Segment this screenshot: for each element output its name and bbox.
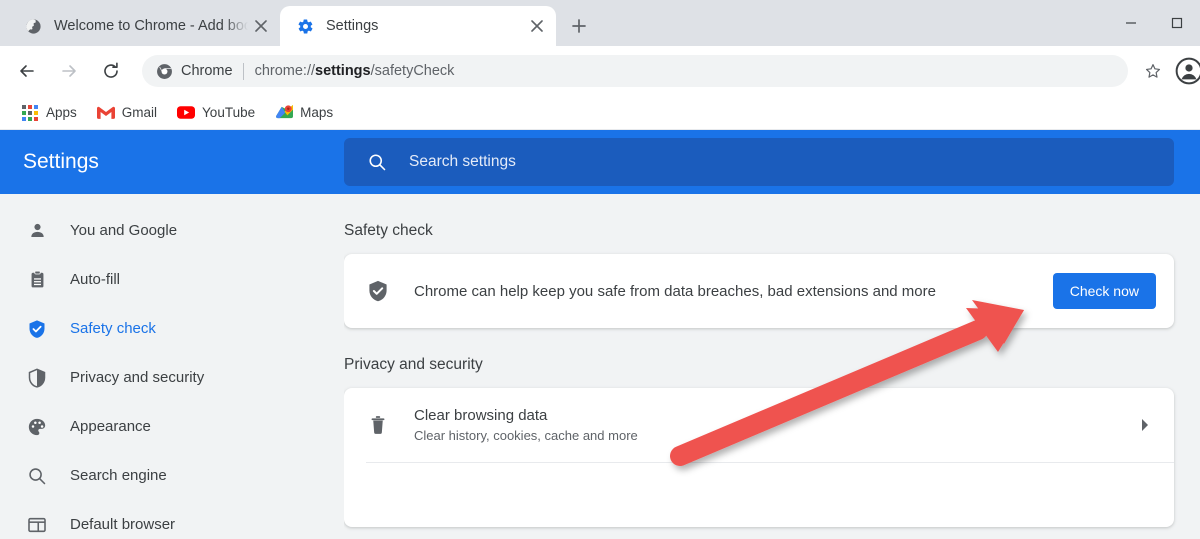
tab-welcome-to-chrome[interactable]: Welcome to Chrome - Add book	[8, 6, 280, 46]
section-title-privacy-and-security: Privacy and security	[344, 356, 483, 373]
settings-header: Settings Search settings	[0, 130, 1200, 194]
sidebar-item-label: Auto-fill	[70, 271, 121, 288]
bookmark-label: YouTube	[202, 105, 256, 120]
sidebar-item-auto-fill[interactable]: Auto-fill	[0, 255, 344, 304]
shield-icon	[26, 367, 48, 389]
settings-content: Safety check Chrome can help keep you sa…	[344, 194, 1200, 539]
browser-window-icon	[26, 514, 48, 536]
row-title: Clear browsing data	[414, 407, 548, 424]
shield-check-icon	[366, 279, 390, 303]
bookmarks-bar: Apps Gmail YouTube Maps	[0, 96, 1200, 130]
settings-body: You and Google Auto-fill Safety check Pr…	[0, 194, 1200, 539]
person-icon	[26, 220, 48, 242]
sidebar-item-privacy-and-security[interactable]: Privacy and security	[0, 353, 344, 402]
tab-close-button[interactable]	[248, 13, 274, 39]
tab-title: Settings	[326, 18, 379, 34]
privacy-card: Clear browsing data Clear history, cooki…	[344, 388, 1174, 527]
sidebar-item-appearance[interactable]: Appearance	[0, 402, 344, 451]
sidebar-item-label: Appearance	[70, 418, 151, 435]
close-icon	[531, 20, 543, 32]
page-title: Settings	[23, 150, 99, 173]
new-tab-button[interactable]	[562, 9, 596, 43]
avatar-icon	[1175, 57, 1200, 85]
trash-icon	[366, 413, 390, 437]
apps-grid-icon	[21, 104, 39, 122]
tab-title: Welcome to Chrome - Add book	[54, 18, 248, 34]
maximize-button[interactable]	[1154, 7, 1200, 39]
reload-icon	[104, 62, 118, 78]
safety-check-row: Chrome can help keep you safe from data …	[344, 254, 1174, 328]
youtube-icon	[177, 104, 196, 122]
sidebar-item-search-engine[interactable]: Search engine	[0, 451, 344, 500]
url-suffix: /safetyCheck	[370, 63, 455, 79]
url-bold-segment: settings	[315, 63, 371, 79]
tab-close-button[interactable]	[524, 13, 550, 39]
maps-icon	[275, 104, 293, 122]
sidebar-item-safety-check[interactable]: Safety check	[0, 304, 344, 353]
back-button[interactable]	[9, 53, 45, 89]
globe-icon	[24, 17, 42, 35]
arrow-right-icon	[62, 65, 76, 77]
tab-settings[interactable]: Settings	[280, 6, 556, 46]
clipboard-icon	[26, 269, 48, 291]
sidebar-item-label: Default browser	[70, 516, 176, 533]
safety-check-description: Chrome can help keep you safe from data …	[414, 282, 936, 300]
section-title-safety-check: Safety check	[344, 222, 433, 239]
close-icon	[255, 20, 267, 32]
sidebar-item-label: Search engine	[70, 467, 167, 484]
sidebar-item-default-browser[interactable]: Default browser	[0, 500, 344, 539]
bookmark-label: Gmail	[121, 105, 158, 120]
safety-check-card: Chrome can help keep you safe from data …	[344, 254, 1174, 328]
shield-check-filled-icon	[26, 318, 48, 340]
sidebar-item-label: Safety check	[70, 320, 156, 337]
bookmark-star-button[interactable]	[1136, 54, 1170, 88]
check-now-button[interactable]: Check now	[1052, 273, 1156, 309]
search-icon	[26, 465, 48, 487]
palette-icon	[26, 416, 48, 438]
sidebar-item-label: Privacy and security	[70, 369, 205, 386]
url-prefix: chrome://	[254, 63, 316, 79]
gear-icon	[296, 17, 314, 35]
search-settings-box[interactable]: Search settings	[344, 138, 1174, 186]
maximize-icon	[1171, 17, 1183, 29]
row-text-block: Clear browsing data Clear history, cooki…	[414, 407, 1134, 443]
plus-icon	[572, 19, 586, 33]
omnibox-chip-label: Chrome	[181, 63, 233, 79]
arrow-left-icon	[20, 65, 34, 77]
search-icon	[366, 151, 388, 173]
browser-toolbar: Chrome chrome://settings/safetyCheck	[0, 46, 1200, 96]
bookmark-youtube[interactable]: YouTube	[169, 100, 263, 126]
chevron-right-icon[interactable]	[1134, 414, 1156, 436]
window-controls	[1108, 0, 1200, 46]
minimize-icon	[1126, 22, 1136, 24]
row-next-partial[interactable]	[344, 463, 1174, 527]
bookmark-maps[interactable]: Maps	[267, 100, 341, 126]
settings-sidebar: You and Google Auto-fill Safety check Pr…	[0, 194, 344, 539]
sidebar-item-you-and-google[interactable]: You and Google	[0, 206, 344, 255]
profile-avatar[interactable]	[1172, 54, 1200, 88]
tab-strip: Welcome to Chrome - Add book Settings	[0, 0, 1200, 46]
toolbar-right-actions	[1136, 54, 1200, 88]
forward-button[interactable]	[51, 53, 87, 89]
reload-button[interactable]	[93, 53, 129, 89]
address-bar[interactable]: Chrome chrome://settings/safetyCheck	[142, 55, 1128, 87]
chrome-logo-icon	[156, 63, 173, 80]
search-input-placeholder: Search settings	[409, 153, 516, 170]
minimize-button[interactable]	[1108, 7, 1154, 39]
omnibox-separator	[242, 62, 244, 80]
omnibox-url: chrome://settings/safetyCheck	[255, 63, 455, 79]
bookmark-label: Maps	[300, 105, 334, 120]
star-icon	[1145, 64, 1161, 78]
row-clear-browsing-data[interactable]: Clear browsing data Clear history, cooki…	[344, 388, 1174, 462]
bookmark-apps[interactable]: Apps	[13, 100, 85, 126]
bookmark-gmail[interactable]: Gmail	[89, 100, 165, 126]
gmail-icon	[96, 104, 115, 122]
row-subtitle: Clear history, cookies, cache and more	[414, 428, 638, 443]
sidebar-item-label: You and Google	[70, 222, 178, 239]
bookmark-label: Apps	[46, 105, 77, 120]
